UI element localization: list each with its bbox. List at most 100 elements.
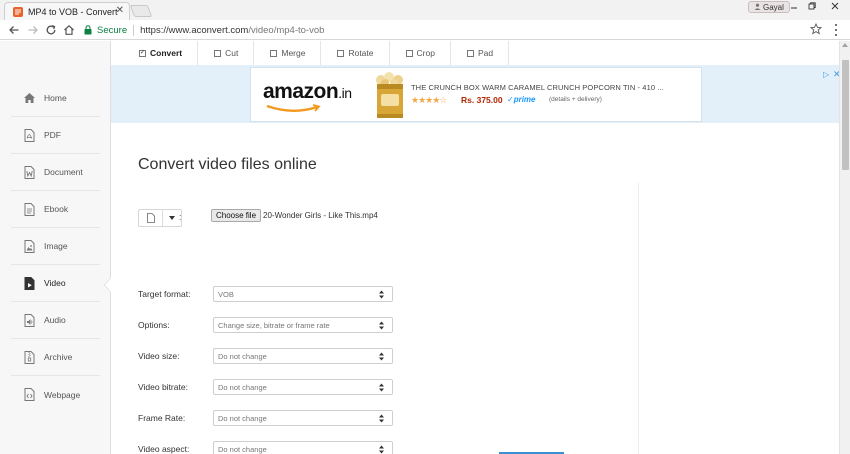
checkbox-icon — [337, 49, 345, 57]
sidebar-item-image[interactable]: Image — [11, 228, 100, 265]
ad-price: Rs. 375.00 — [461, 95, 503, 105]
profile-button[interactable]: Gayal — [748, 1, 790, 13]
select-arrows-icon — [379, 290, 384, 299]
browser-toolbar: Secure https://www.aconvert.com/video/mp… — [0, 20, 850, 40]
sidebar-item-archive[interactable]: Archive — [11, 339, 100, 376]
minimize-button[interactable] — [786, 0, 802, 12]
home-icon — [22, 91, 36, 105]
target-format-select[interactable]: VOB — [213, 286, 393, 302]
select-value: Do not change — [218, 413, 267, 423]
tab-label: Pad — [477, 48, 494, 58]
ebook-icon — [22, 202, 36, 216]
checkbox-icon — [466, 49, 474, 57]
main-content: Convert video files online : Choose file… — [111, 123, 839, 454]
web-page: Home PDF Document Ebook Image Video Audi… — [0, 41, 850, 454]
video-bitrate-select[interactable]: Do not change — [213, 379, 393, 395]
sidebar-item-label: Video — [44, 278, 66, 288]
options-row: Options: Change size, bitrate or frame r… — [138, 317, 398, 333]
sidebar-item-audio[interactable]: Audio — [11, 302, 100, 339]
file-icon[interactable] — [139, 210, 163, 226]
page-title: Convert video files online — [138, 156, 317, 173]
reload-button[interactable] — [44, 23, 58, 37]
tool-navigation: ✓ Convert Cut Merge Rotate Crop Pad — [111, 41, 839, 65]
sidebar-item-label: Document — [44, 167, 83, 177]
file-source-selector[interactable] — [138, 209, 182, 227]
sidebar-item-label: Ebook — [44, 204, 69, 214]
select-arrows-icon — [379, 414, 384, 423]
ad-product-title: THE CRUNCH BOX WARM CARAMEL CRUNCH POPCO… — [411, 83, 664, 92]
video-aspect-select[interactable]: Do not change — [213, 441, 393, 454]
audio-icon — [22, 313, 36, 327]
sidebar-item-home[interactable]: Home — [11, 80, 100, 117]
tab-label: Rotate — [348, 48, 374, 58]
browser-tab[interactable]: MP4 to VOB - Convert vi ✕ — [4, 2, 130, 20]
webpage-icon — [22, 388, 36, 402]
select-value: VOB — [218, 289, 234, 299]
choose-file-button[interactable]: Choose file — [211, 209, 262, 222]
frame-rate-select[interactable]: Do not change — [213, 410, 393, 426]
selected-file-name: 20-Wonder Girls - Like This.mp4 — [263, 211, 378, 220]
address-bar[interactable]: Secure https://www.aconvert.com/video/mp… — [81, 22, 829, 38]
new-tab-button[interactable] — [129, 5, 153, 17]
tab-convert[interactable]: ✓ Convert — [111, 41, 199, 65]
bookmark-star-icon[interactable] — [809, 22, 823, 35]
amazon-smile-icon — [266, 104, 321, 112]
adchoices-icon[interactable]: ▷ — [823, 70, 829, 79]
select-value: Do not change — [218, 382, 267, 392]
browser-menu-icon[interactable] — [832, 23, 840, 37]
page-scrollbar[interactable] — [839, 41, 850, 454]
tab-cut[interactable]: Cut — [198, 41, 255, 65]
ad-band: amazon.in THE CRUNCH BOX WARM CARAMEL CR… — [111, 65, 841, 123]
select-value: Change size, bitrate or frame rate — [218, 320, 330, 330]
forward-button[interactable] — [26, 23, 40, 37]
target-format-row: Target format: VOB — [138, 286, 398, 302]
maximize-button[interactable] — [804, 0, 820, 12]
select-arrows-icon — [379, 383, 384, 392]
sidebar-item-ebook[interactable]: Ebook — [11, 191, 100, 228]
tab-label: Cut — [225, 48, 239, 58]
image-icon — [22, 239, 36, 253]
sidebar-item-document[interactable]: Document — [11, 154, 100, 191]
home-button[interactable] — [62, 23, 76, 37]
field-label: Options: — [138, 320, 170, 330]
field-label: Video size: — [138, 351, 180, 361]
amazon-logo: amazon.in — [263, 80, 352, 103]
checkbox-icon — [214, 49, 222, 57]
scroll-up-arrow-icon[interactable] — [842, 43, 848, 47]
select-arrows-icon — [379, 352, 384, 361]
aconvert-favicon-icon — [13, 6, 23, 17]
close-window-button[interactable] — [822, 0, 848, 12]
sidebar-item-pdf[interactable]: PDF — [11, 117, 100, 154]
back-button[interactable] — [7, 23, 21, 37]
tab-pad[interactable]: Pad — [451, 41, 510, 65]
amazon-ad[interactable]: amazon.in THE CRUNCH BOX WARM CARAMEL CR… — [250, 67, 841, 122]
word-document-icon — [22, 165, 36, 179]
sidebar-item-webpage[interactable]: Webpage — [11, 376, 100, 413]
profile-name: Gayal — [763, 2, 784, 12]
popcorn-tin-image — [376, 72, 403, 118]
checkbox-icon — [270, 49, 278, 57]
sidebar-item-label: PDF — [44, 130, 61, 140]
video-aspect-row: Video aspect: Do not change — [138, 441, 398, 454]
source-separator: : — [179, 212, 182, 222]
tab-label: Merge — [281, 48, 306, 58]
secure-label: Secure — [97, 24, 128, 36]
tab-rotate[interactable]: Rotate — [321, 41, 390, 65]
delivery-details-link[interactable]: (details + delivery) — [549, 96, 602, 103]
tab-merge[interactable]: Merge — [254, 41, 322, 65]
tab-close-icon[interactable]: ✕ — [116, 5, 124, 16]
tab-crop[interactable]: Crop — [390, 41, 451, 65]
video-icon — [22, 276, 36, 290]
tab-title: MP4 to VOB - Convert vi — [28, 6, 118, 17]
options-select[interactable]: Change size, bitrate or frame rate — [213, 317, 393, 333]
select-value: Do not change — [218, 351, 267, 361]
prime-badge: ✓prime — [507, 95, 536, 104]
sidebar-item-video[interactable]: Video — [11, 265, 100, 302]
sidebar-item-label: Home — [44, 93, 67, 103]
lock-icon — [84, 24, 94, 36]
archive-icon — [22, 350, 36, 364]
pdf-file-icon — [22, 128, 36, 142]
scroll-thumb[interactable] — [842, 60, 849, 170]
video-size-select[interactable]: Do not change — [213, 348, 393, 364]
select-value: Do not change — [218, 444, 267, 454]
